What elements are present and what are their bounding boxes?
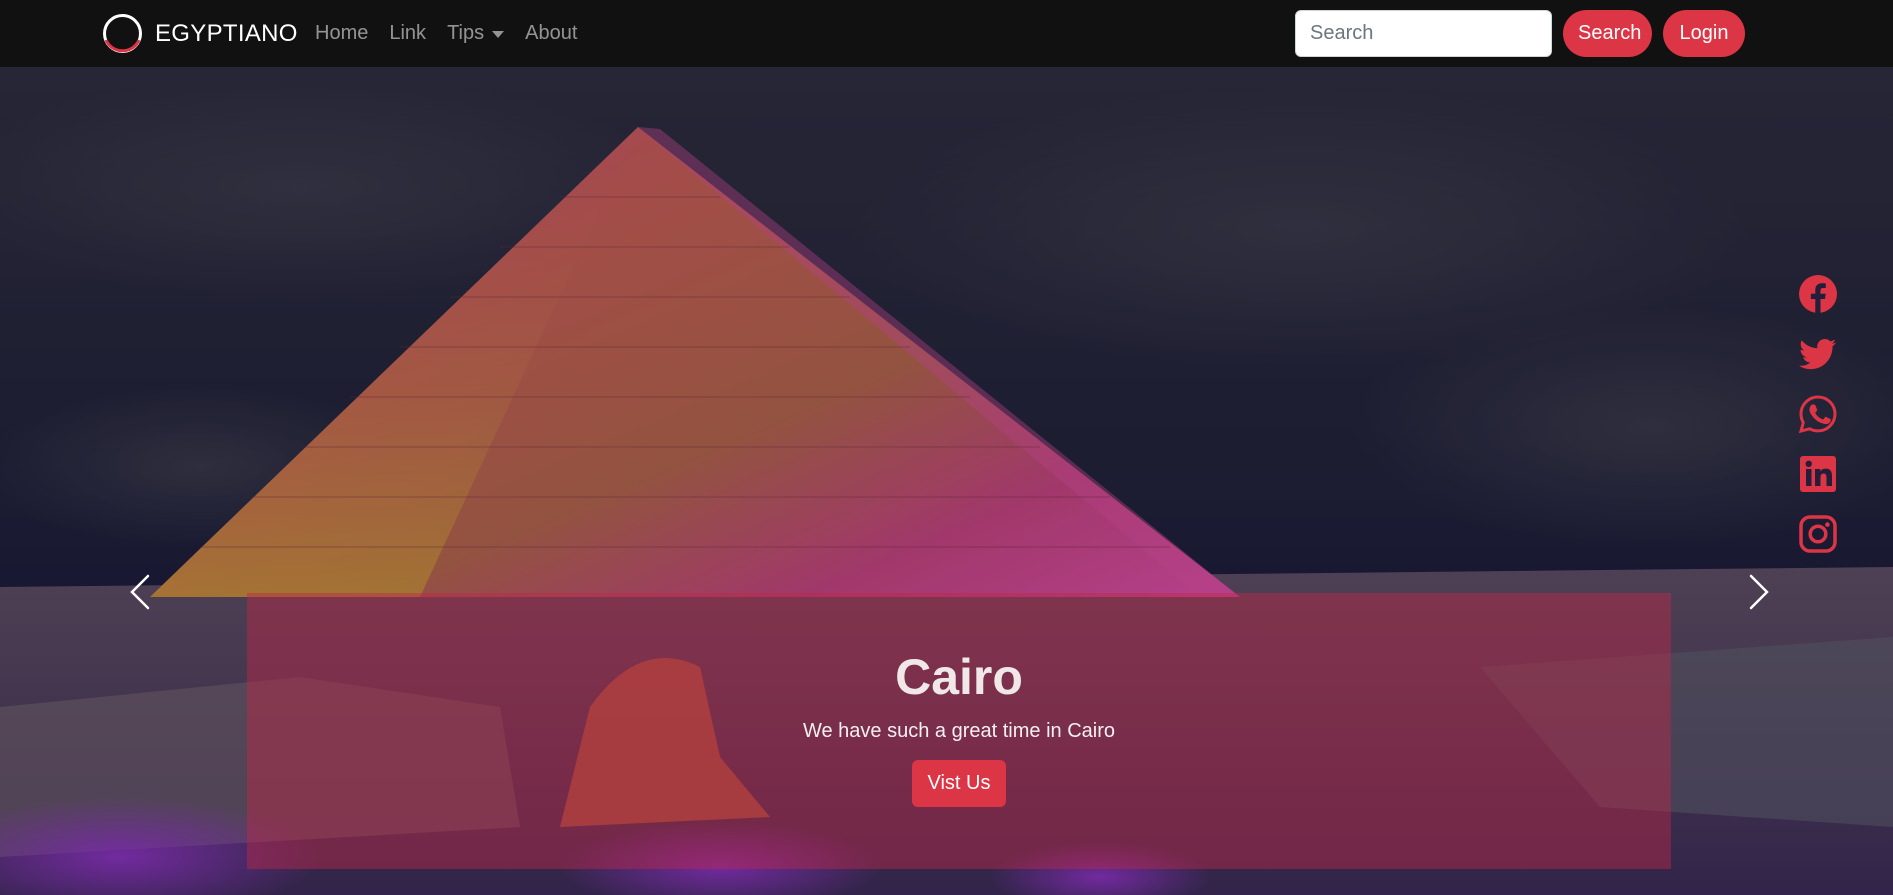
search-button[interactable]: Search xyxy=(1563,10,1652,57)
facebook-icon[interactable] xyxy=(1798,274,1838,314)
brand-link[interactable]: EGYPTIANO xyxy=(102,13,298,54)
nav-about[interactable]: About xyxy=(525,22,577,45)
brand-name: EGYPTIANO xyxy=(155,19,298,47)
hero-carousel: Cairo We have such a great time in Cairo… xyxy=(0,67,1893,895)
nav-tips-label: Tips xyxy=(447,22,485,44)
nav-tips-dropdown[interactable]: Tips xyxy=(447,22,505,45)
chevron-left-icon[interactable] xyxy=(122,572,162,612)
visit-us-button[interactable]: Vist Us xyxy=(911,760,1007,807)
search-input[interactable] xyxy=(1295,10,1552,57)
whatsapp-icon[interactable] xyxy=(1798,394,1838,434)
login-button[interactable]: Login xyxy=(1663,10,1745,57)
social-links xyxy=(1798,274,1840,574)
nav-link[interactable]: Link xyxy=(389,22,426,45)
caption-text: We have such a great time in Cairo xyxy=(802,720,1115,742)
twitter-icon[interactable] xyxy=(1798,334,1838,374)
chevron-right-icon[interactable] xyxy=(1737,572,1777,612)
instagram-icon[interactable] xyxy=(1798,514,1838,554)
nav-links: Home Link Tips About xyxy=(315,0,598,67)
linkedin-icon[interactable] xyxy=(1798,454,1838,494)
carousel-caption: Cairo We have such a great time in Cairo… xyxy=(247,593,1671,869)
ring-logo-icon xyxy=(103,14,142,53)
caret-down-icon xyxy=(492,31,505,38)
navbar: EGYPTIANO Home Link Tips About Search Lo… xyxy=(0,0,1893,67)
nav-home[interactable]: Home xyxy=(315,22,368,45)
caption-title: Cairo xyxy=(895,649,1023,705)
